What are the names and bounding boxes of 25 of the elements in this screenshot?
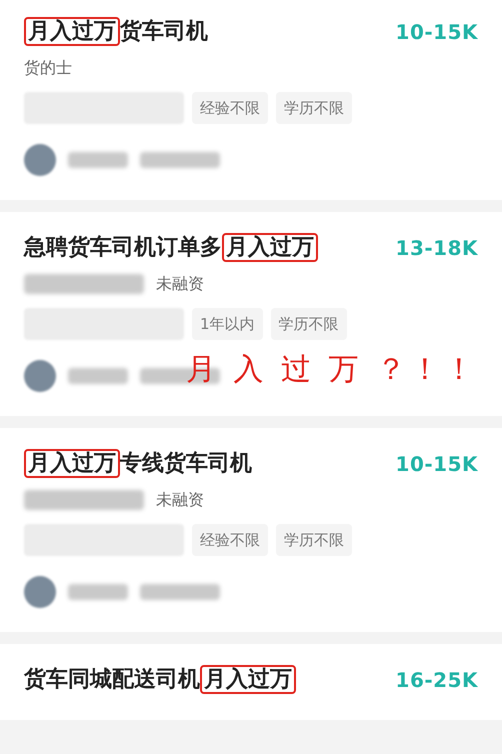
salary: 10-15K xyxy=(396,451,478,478)
company-info: 货的士 xyxy=(24,57,72,79)
job-tag: 1年以内 xyxy=(192,308,263,340)
job-title: 月入过万 专线货车司机 xyxy=(24,448,252,480)
salary: 13-18K xyxy=(396,235,478,262)
salary: 10-15K xyxy=(396,19,478,46)
job-tag: 经验不限 xyxy=(192,92,268,124)
blurred-text xyxy=(68,152,128,168)
company-info: 未融资 xyxy=(156,273,204,295)
job-card[interactable]: 月入过万 货车司机 10-15K 货的士 经验不限 学历不限 xyxy=(0,0,502,200)
annotation-text: 月 入 过 万 ？！！ xyxy=(186,351,478,389)
job-tag: 学历不限 xyxy=(276,524,352,556)
job-tag: 学历不限 xyxy=(276,92,352,124)
job-card[interactable]: 月入过万 专线货车司机 10-15K 未融资 经验不限 学历不限 xyxy=(0,428,502,632)
job-tag: 学历不限 xyxy=(270,308,347,340)
job-title: 货车同城配送司机 月入过万 xyxy=(24,664,296,696)
job-card[interactable]: 急聘货车司机订单多 月入过万 13-18K 未融资 1年以内 学历不限 月 入 过 万 ？！！ xyxy=(0,212,502,416)
job-card[interactable]: 货车同城配送司机 月入过万 16-25K xyxy=(0,644,502,720)
job-title: 月入过万 货车司机 xyxy=(24,16,208,48)
blurred-text xyxy=(68,584,128,600)
job-title: 急聘货车司机订单多 月入过万 xyxy=(24,232,318,264)
company-info: 未融资 xyxy=(156,489,204,511)
salary: 16-25K xyxy=(396,667,478,694)
blurred-text xyxy=(68,368,128,384)
job-tag: 经验不限 xyxy=(192,524,268,556)
